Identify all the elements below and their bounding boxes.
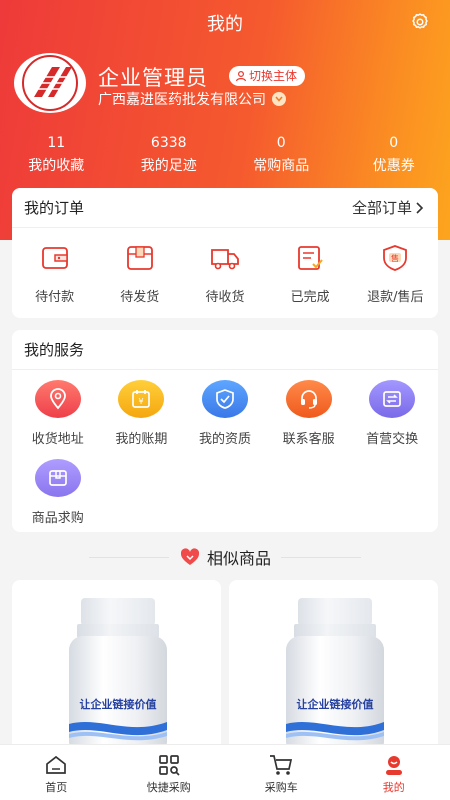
stat-label: 常购商品 (253, 158, 310, 174)
divider-left (88, 556, 169, 558)
stat-value: 0 (276, 135, 286, 151)
profile-section: 企业管理员 切换主体 广西嘉进医药批发有限公司 (14, 53, 434, 117)
exchange-icon (383, 391, 402, 407)
similar-products-title: 相似商品 (206, 549, 271, 568)
order-pending-shipment[interactable]: 待发货 (97, 244, 182, 305)
service-label: 我的资质 (198, 432, 251, 447)
order-status-label: 待付款 (35, 290, 75, 305)
product-image: 让企业链接价值 (67, 598, 169, 748)
orders-title: 我的订单 (24, 199, 85, 217)
stat-footprints[interactable]: 6338 我的足迹 (113, 135, 226, 175)
person-icon (235, 70, 247, 82)
stat-label: 优惠券 (372, 158, 415, 174)
stat-frequent-products[interactable]: 0 常购商品 (225, 135, 338, 175)
service-qualifications[interactable]: 我的资质 (183, 380, 267, 447)
stat-value: 0 (389, 135, 399, 151)
service-label: 商品求购 (31, 511, 84, 526)
switch-entity-button[interactable]: 切换主体 (229, 66, 306, 86)
headset-icon (300, 390, 317, 409)
wallet-icon (41, 247, 68, 269)
company-selector[interactable]: 广西嘉进医药批发有限公司 (98, 89, 286, 109)
product-label-text: 让企业链接价值 (296, 698, 374, 711)
service-product-request[interactable]: 商品求购 (16, 459, 100, 526)
order-status-label: 已完成 (290, 290, 330, 305)
product-label-text: 让企业链接价值 (79, 698, 157, 711)
product-card[interactable]: 让企业链接价值 (12, 580, 221, 750)
svg-text:¥: ¥ (139, 397, 144, 406)
service-label: 收货地址 (31, 432, 84, 447)
chevron-right-icon (416, 201, 424, 214)
service-label: 联系客服 (282, 432, 335, 447)
divider-right (281, 556, 361, 558)
orders-header: 我的订单 全部订单 (12, 188, 438, 228)
stats-row: 11 我的收藏 6338 我的足迹 0 常购商品 0 优惠券 (0, 135, 450, 175)
service-shipping-address[interactable]: 收货地址 (16, 380, 100, 447)
order-completed[interactable]: 已完成 (268, 244, 353, 305)
order-status-label: 退款/售后 (367, 290, 424, 305)
stat-label: 我的收藏 (28, 158, 85, 174)
page-title: 我的 (207, 14, 243, 35)
truck-icon (211, 249, 239, 270)
tab-label: 首页 (45, 781, 68, 794)
cart-icon (270, 755, 293, 775)
chevron-down-icon (272, 92, 286, 106)
stat-label: 我的足迹 (140, 158, 197, 174)
shield-check-icon (216, 389, 234, 409)
order-pending-receipt[interactable]: 待收货 (182, 244, 267, 305)
order-status-label: 待发货 (120, 290, 160, 305)
stat-value: 6338 (150, 135, 187, 151)
user-role-name: 企业管理员 (98, 66, 208, 90)
tab-label: 快捷采购 (146, 781, 191, 794)
all-orders-link[interactable]: 全部订单 (352, 197, 426, 218)
box-icon (48, 470, 67, 486)
tab-cart[interactable]: 采购车 (225, 745, 338, 800)
gear-icon[interactable] (410, 12, 430, 32)
package-icon (126, 246, 153, 270)
tab-mine[interactable]: 我的 (338, 745, 450, 800)
product-image: 让企业链接价值 (284, 598, 386, 748)
product-card[interactable]: 让企业链接价值 (229, 580, 438, 750)
services-title: 我的服务 (24, 341, 85, 359)
similar-products-heading: 相似商品 (0, 545, 450, 569)
grid-search-icon (158, 755, 180, 776)
done-document-icon (298, 246, 323, 270)
tab-label: 我的 (382, 781, 405, 794)
company-logo-avatar[interactable] (14, 53, 86, 113)
order-refund-after-sale[interactable]: 售 退款/售后 (353, 244, 438, 305)
company-name-text: 广西嘉进医药批发有限公司 (98, 92, 266, 108)
home-icon (46, 755, 67, 774)
service-billing-period[interactable]: ¥ 我的账期 (100, 380, 184, 447)
user-icon (385, 756, 402, 775)
all-orders-label: 全部订单 (351, 199, 412, 217)
bottom-tab-bar: 首页 快捷采购 采购车 我的 (0, 744, 450, 800)
services-card: 我的服务 收货地址 ¥ 我的账期 我的资质 联系客服 首营交换 商品求购 (12, 330, 438, 532)
tab-quick-purchase[interactable]: 快捷采购 (113, 745, 226, 800)
service-first-business-exchange[interactable]: 首营交换 (350, 380, 434, 447)
stat-value: 11 (47, 135, 66, 151)
tab-label: 采购车 (264, 781, 298, 794)
calendar-yen-icon: ¥ (132, 390, 151, 408)
switch-entity-label: 切换主体 (249, 69, 298, 83)
svg-text:售: 售 (391, 253, 399, 263)
service-customer-support[interactable]: 联系客服 (267, 380, 351, 447)
orders-card: 我的订单 全部订单 待付款 待发货 待收货 已完成 售 退款/售后 (12, 188, 438, 318)
stat-favorites[interactable]: 11 我的收藏 (0, 135, 113, 175)
top-bar: 我的 (0, 0, 450, 44)
order-pending-payment[interactable]: 待付款 (12, 244, 97, 305)
location-icon (49, 388, 66, 410)
stat-coupons[interactable]: 0 优惠券 (338, 135, 450, 175)
heart-icon (180, 548, 200, 565)
tab-home[interactable]: 首页 (0, 745, 113, 800)
service-label: 我的账期 (115, 432, 168, 447)
services-header: 我的服务 (12, 330, 438, 370)
order-status-label: 待收货 (205, 290, 245, 305)
service-label: 首营交换 (366, 432, 419, 447)
after-sale-shield-icon: 售 (383, 245, 408, 271)
